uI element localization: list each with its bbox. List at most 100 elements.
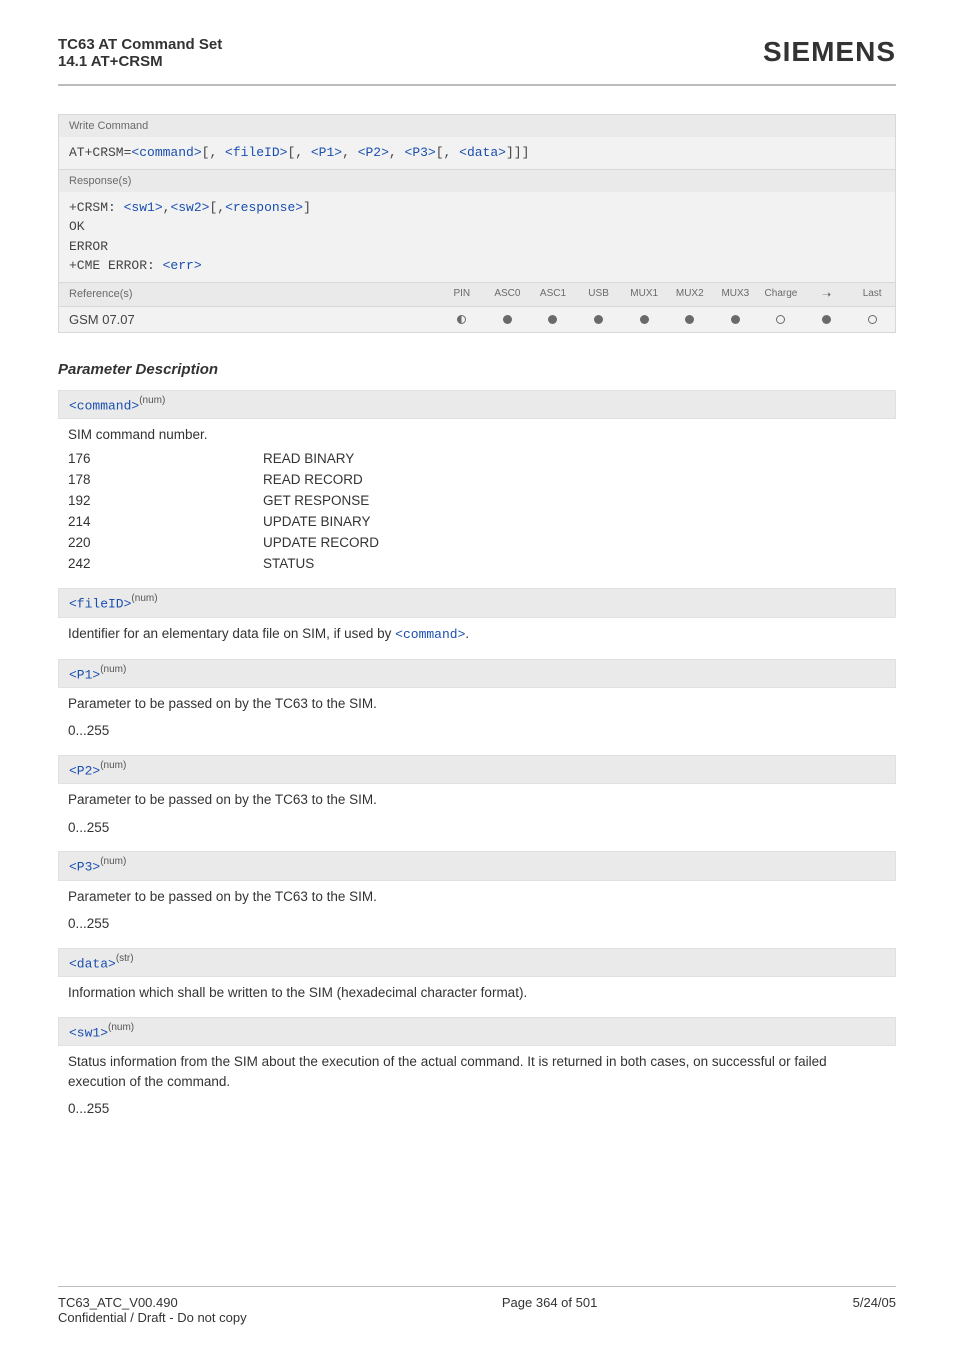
- param-name-sw1: <sw1>: [69, 1025, 108, 1040]
- footer-version: TC63_ATC_V00.490: [58, 1295, 247, 1310]
- param-bar-data: <data>(str): [58, 948, 896, 977]
- cmd-label: READ RECORD: [263, 472, 886, 487]
- header-left: TC63 AT Command Set 14.1 AT+CRSM: [58, 36, 222, 70]
- resp-response-link[interactable]: <response>: [225, 200, 303, 215]
- filled-circle-icon: [822, 315, 831, 324]
- param-desc-fileid: Identifier for an elementary data file o…: [58, 618, 896, 647]
- resp-crsm: +CRSM:: [69, 200, 124, 215]
- dot-mux1: [621, 308, 667, 331]
- page: TC63 AT Command Set 14.1 AT+CRSM SIEMENS…: [0, 0, 954, 1121]
- cmd-prefix: AT+CRSM=: [69, 145, 131, 160]
- col-pin: PIN: [439, 283, 485, 306]
- col-asc0: ASC0: [485, 283, 531, 306]
- param-type-p2: (num): [100, 760, 126, 771]
- param-desc-p2: Parameter to be passed on by the TC63 to…: [58, 784, 896, 812]
- cmd-label: GET RESPONSE: [263, 493, 886, 508]
- param-name-p1: <P1>: [69, 667, 100, 682]
- param-p3-link[interactable]: <P3>: [405, 145, 436, 160]
- command-box: Write Command AT+CRSM=<command>[, <fileI…: [58, 114, 896, 333]
- page-header: TC63 AT Command Set 14.1 AT+CRSM SIEMENS: [58, 36, 896, 86]
- param-desc-p3: Parameter to be passed on by the TC63 to…: [58, 881, 896, 909]
- param-name-data: <data>: [69, 956, 116, 971]
- table-row: 192GET RESPONSE: [68, 490, 886, 511]
- filled-circle-icon: [594, 315, 603, 324]
- fileid-command-link[interactable]: <command>: [395, 627, 465, 642]
- dot-asc0: [485, 308, 531, 331]
- param-p2-link[interactable]: <P2>: [358, 145, 389, 160]
- resp-ok: OK: [69, 219, 85, 234]
- param-type-data: (str): [116, 953, 134, 964]
- param-bar-p3: <P3>(num): [58, 851, 896, 880]
- filled-circle-icon: [503, 315, 512, 324]
- dot-mux3: [713, 308, 759, 331]
- param-bar-p1: <P1>(num): [58, 659, 896, 688]
- cmd-label: UPDATE RECORD: [263, 535, 886, 550]
- col-mux3: MUX3: [713, 283, 759, 306]
- param-name-p2: <P2>: [69, 763, 100, 778]
- col-airplane: ➝: [804, 283, 850, 306]
- doc-title: TC63 AT Command Set: [58, 36, 222, 53]
- param-bar-fileid: <fileID>(num): [58, 588, 896, 617]
- footer-left: TC63_ATC_V00.490 Confidential / Draft - …: [58, 1295, 247, 1325]
- cmd-code: 178: [68, 472, 263, 487]
- support-dots: [439, 307, 895, 332]
- param-table-command: 176READ BINARY 178READ RECORD 192GET RES…: [58, 446, 896, 576]
- footer-page-number: Page 364 of 501: [247, 1295, 853, 1325]
- param-desc-command: SIM command number.: [58, 419, 896, 447]
- col-asc1: ASC1: [530, 283, 576, 306]
- footer-confidential: Confidential / Draft - Do not copy: [58, 1310, 247, 1325]
- cmd-code: 214: [68, 514, 263, 529]
- param-bar-command: <command>(num): [58, 390, 896, 419]
- param-desc-p1: Parameter to be passed on by the TC63 to…: [58, 688, 896, 716]
- param-fileid-link[interactable]: <fileID>: [225, 145, 287, 160]
- cmd-code: 192: [68, 493, 263, 508]
- dot-charge: [758, 308, 804, 331]
- filled-circle-icon: [685, 315, 694, 324]
- param-range-p1: 0...255: [58, 715, 896, 743]
- param-desc-sw1: Status information from the SIM about th…: [58, 1046, 896, 1093]
- reference-label: Reference(s): [59, 283, 439, 306]
- write-command-syntax: AT+CRSM=<command>[, <fileID>[, <P1>, <P2…: [59, 137, 895, 169]
- cmd-label: UPDATE BINARY: [263, 514, 886, 529]
- param-type-p3: (num): [100, 856, 126, 867]
- col-mux1: MUX1: [621, 283, 667, 306]
- param-range-p3: 0...255: [58, 908, 896, 936]
- table-row: 176READ BINARY: [68, 448, 886, 469]
- responses-content: +CRSM: <sw1>,<sw2>[,<response>] OK ERROR…: [59, 192, 895, 282]
- dot-usb: [576, 308, 622, 331]
- table-row: 178READ RECORD: [68, 469, 886, 490]
- dot-last: [849, 308, 895, 331]
- table-row: 214UPDATE BINARY: [68, 511, 886, 532]
- param-name-fileid: <fileID>: [69, 597, 131, 612]
- resp-error: ERROR: [69, 239, 108, 254]
- dot-pin: [439, 308, 485, 331]
- param-data-link[interactable]: <data>: [459, 145, 506, 160]
- col-usb: USB: [576, 283, 622, 306]
- table-row: 242STATUS: [68, 553, 886, 574]
- cmd-label: READ BINARY: [263, 451, 886, 466]
- cmd-code: 220: [68, 535, 263, 550]
- fileid-desc-post: .: [465, 626, 469, 641]
- resp-cme: +CME ERROR:: [69, 258, 163, 273]
- parameter-description-heading: Parameter Description: [58, 361, 896, 378]
- reference-data-row: GSM 07.07: [59, 306, 895, 332]
- filled-circle-icon: [548, 315, 557, 324]
- param-range-p2: 0...255: [58, 812, 896, 840]
- col-mux2: MUX2: [667, 283, 713, 306]
- cmd-code: 242: [68, 556, 263, 571]
- dot-asc1: [530, 308, 576, 331]
- footer-date: 5/24/05: [853, 1295, 896, 1325]
- fileid-desc-pre: Identifier for an elementary data file o…: [68, 626, 395, 641]
- resp-err-link[interactable]: <err>: [163, 258, 202, 273]
- reference-value: GSM 07.07: [59, 307, 439, 332]
- cmd-label: STATUS: [263, 556, 886, 571]
- resp-sw1-link[interactable]: <sw1>: [124, 200, 163, 215]
- responses-label: Response(s): [59, 169, 895, 192]
- table-row: 220UPDATE RECORD: [68, 532, 886, 553]
- section-title: 14.1 AT+CRSM: [58, 53, 222, 70]
- param-p1-link[interactable]: <P1>: [311, 145, 342, 160]
- param-command-link[interactable]: <command>: [131, 145, 201, 160]
- param-type-sw1: (num): [108, 1022, 134, 1033]
- write-command-label: Write Command: [59, 115, 895, 137]
- resp-sw2-link[interactable]: <sw2>: [170, 200, 209, 215]
